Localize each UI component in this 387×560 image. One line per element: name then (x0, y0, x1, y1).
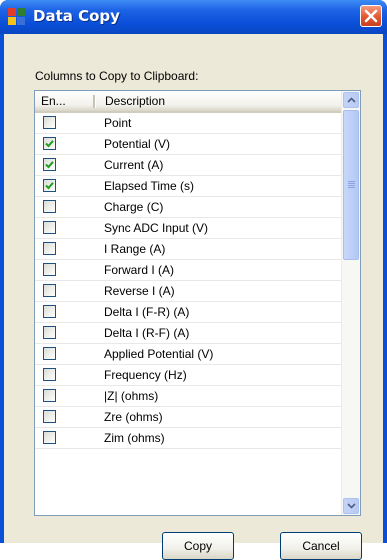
row-description: Current (A) (104, 158, 164, 172)
row-description: Point (104, 116, 132, 130)
row-description: Zre (ohms) (104, 410, 163, 424)
row-description: Applied Potential (V) (104, 347, 214, 361)
row-description: I Range (A) (104, 242, 166, 256)
enabled-checkbox[interactable] (43, 200, 56, 213)
enabled-checkbox[interactable] (43, 158, 56, 171)
columns-label: Columns to Copy to Clipboard: (35, 69, 199, 83)
enabled-checkbox[interactable] (43, 347, 56, 360)
enabled-checkbox[interactable] (43, 284, 56, 297)
list-item[interactable]: Delta I (F-R) (A) (35, 302, 342, 323)
thumb-grip-line (348, 183, 355, 184)
column-header-description[interactable]: Description (105, 91, 165, 111)
row-description: Zim (ohms) (104, 431, 165, 445)
row-description: Sync ADC Input (V) (104, 221, 209, 235)
enabled-checkbox[interactable] (43, 221, 56, 234)
thumb-grip-line (348, 185, 355, 186)
list-item[interactable]: Potential (V) (35, 134, 342, 155)
row-description: Charge (C) (104, 200, 164, 214)
list-item[interactable]: Delta I (R-F) (A) (35, 323, 342, 344)
checkmark-icon (45, 140, 54, 148)
list-item[interactable]: Applied Potential (V) (35, 344, 342, 365)
list-header: En... Description (35, 91, 342, 113)
enabled-checkbox[interactable] (43, 410, 56, 423)
enabled-checkbox[interactable] (43, 263, 56, 276)
close-button[interactable] (360, 5, 382, 27)
scroll-thumb[interactable] (343, 110, 359, 260)
row-description: |Z| (ohms) (104, 389, 159, 403)
enabled-checkbox[interactable] (43, 179, 56, 192)
list-item[interactable]: Forward I (A) (35, 260, 342, 281)
row-description: Potential (V) (104, 137, 171, 151)
scroll-down-button[interactable] (343, 498, 359, 514)
list-item[interactable]: Point (35, 113, 342, 134)
chevron-down-icon (347, 503, 356, 509)
row-description: Elapsed Time (s) (104, 179, 195, 193)
list-item[interactable]: Zre (ohms) (35, 407, 342, 428)
close-icon (364, 9, 378, 23)
enabled-checkbox[interactable] (43, 326, 56, 339)
dialog-body: Columns to Copy to Clipboard: En... Desc… (4, 34, 383, 560)
enabled-checkbox[interactable] (43, 368, 56, 381)
list-item[interactable]: Charge (C) (35, 197, 342, 218)
columns-list[interactable]: En... Description Point Potential (V) Curr… (34, 90, 361, 516)
enabled-checkbox[interactable] (43, 116, 56, 129)
list-item[interactable]: Elapsed Time (s) (35, 176, 342, 197)
app-window-icon (8, 8, 26, 26)
list-item[interactable]: Reverse I (A) (35, 281, 342, 302)
thumb-grip-line (348, 187, 355, 188)
vertical-scrollbar[interactable] (341, 91, 360, 515)
list-rows: Point Potential (V) Current (A) Elapsed Tim… (35, 113, 342, 449)
copy-button[interactable]: Copy (162, 532, 234, 560)
cancel-button[interactable]: Cancel (280, 532, 362, 560)
list-item[interactable]: Frequency (Hz) (35, 365, 342, 386)
enabled-checkbox[interactable] (43, 431, 56, 444)
checkmark-icon (45, 161, 54, 169)
list-item[interactable]: Sync ADC Input (V) (35, 218, 342, 239)
column-header-enabled[interactable]: En... (35, 91, 93, 111)
enabled-checkbox[interactable] (43, 389, 56, 402)
chevron-up-icon (347, 97, 356, 103)
row-description: Reverse I (A) (104, 284, 175, 298)
thumb-grip-line (348, 181, 355, 182)
data-copy-dialog: Data Copy Columns to Copy to Clipboard: … (0, 0, 387, 560)
scroll-up-button[interactable] (343, 92, 359, 108)
column-separator[interactable] (93, 95, 96, 108)
enabled-checkbox[interactable] (43, 305, 56, 318)
checkmark-icon (45, 182, 54, 190)
list-item[interactable]: I Range (A) (35, 239, 342, 260)
row-description: Delta I (R-F) (A) (104, 326, 190, 340)
list-item[interactable]: Current (A) (35, 155, 342, 176)
list-item[interactable]: |Z| (ohms) (35, 386, 342, 407)
row-description: Delta I (F-R) (A) (104, 305, 190, 319)
title-bar[interactable]: Data Copy (0, 0, 387, 34)
row-description: Frequency (Hz) (104, 368, 187, 382)
enabled-checkbox[interactable] (43, 137, 56, 150)
window-border-right (383, 34, 387, 543)
enabled-checkbox[interactable] (43, 242, 56, 255)
list-item[interactable]: Zim (ohms) (35, 428, 342, 449)
row-description: Forward I (A) (104, 263, 175, 277)
window-title: Data Copy (33, 7, 120, 25)
